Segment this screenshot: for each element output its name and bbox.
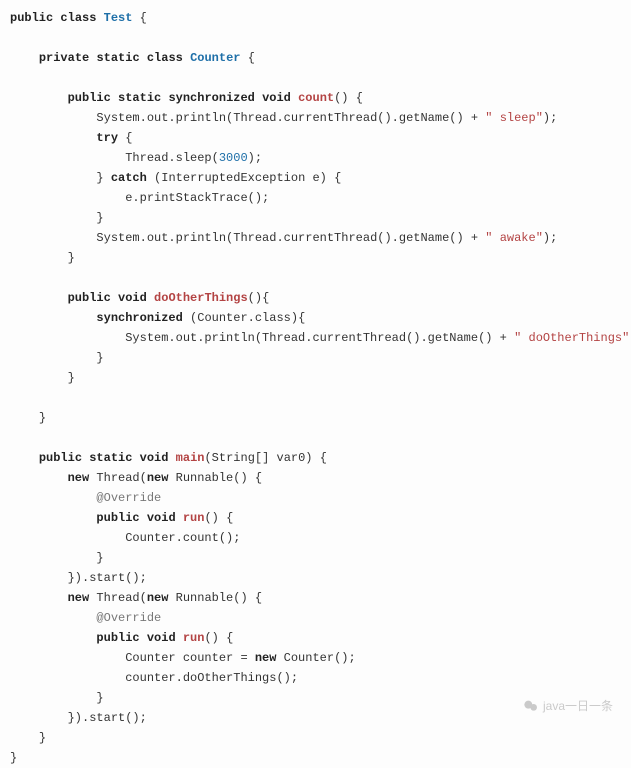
text: Thread( <box>89 471 147 485</box>
text: Runnable() { <box>168 591 262 605</box>
keyword: private <box>39 51 89 65</box>
keyword: void <box>140 451 169 465</box>
brace: } <box>96 211 103 225</box>
keyword: void <box>118 291 147 305</box>
text: Thread( <box>89 591 147 605</box>
text: ); <box>543 111 557 125</box>
brace: { <box>248 51 255 65</box>
brace: } <box>68 371 75 385</box>
text: (String[] var0) { <box>204 451 326 465</box>
keyword: static <box>118 91 161 105</box>
text: ); <box>248 151 262 165</box>
brace: } <box>96 551 103 565</box>
brace: } <box>96 171 103 185</box>
keyword: catch <box>111 171 147 185</box>
text: System.out.println(Thread.currentThread(… <box>96 231 485 245</box>
text: (){ <box>248 291 270 305</box>
keyword: public <box>96 511 139 525</box>
brace: { <box>140 11 147 25</box>
watermark: java一日一条 <box>523 696 613 716</box>
text: (Counter.class){ <box>183 311 305 325</box>
keyword: public <box>39 451 82 465</box>
string: " sleep" <box>485 111 543 125</box>
keyword: void <box>147 511 176 525</box>
text: Counter.count(); <box>125 531 240 545</box>
method-name: count <box>298 91 334 105</box>
brace: { <box>125 131 132 145</box>
brace: { <box>356 91 363 105</box>
text: }).start(); <box>68 571 147 585</box>
text: Counter(); <box>276 651 355 665</box>
keyword: new <box>68 591 90 605</box>
keyword: try <box>96 131 118 145</box>
text: Counter counter = <box>125 651 255 665</box>
method-name: run <box>183 511 205 525</box>
keyword: new <box>147 471 169 485</box>
text: counter.doOtherThings(); <box>125 671 298 685</box>
text: Runnable() { <box>168 471 262 485</box>
watermark-text: java一日一条 <box>543 696 613 716</box>
brace: } <box>10 751 17 765</box>
brace: } <box>68 251 75 265</box>
annotation: @Override <box>96 491 161 505</box>
keyword: public <box>68 291 111 305</box>
annotation: @Override <box>96 611 161 625</box>
brace: } <box>96 351 103 365</box>
text: Thread.sleep( <box>125 151 219 165</box>
string: " doOtherThings" <box>514 331 629 345</box>
keyword: void <box>147 631 176 645</box>
keyword: synchronized <box>96 311 182 325</box>
text: (InterruptedException e) { <box>147 171 341 185</box>
keyword: new <box>68 471 90 485</box>
keyword: new <box>255 651 277 665</box>
brace: } <box>39 411 46 425</box>
string: " awake" <box>485 231 543 245</box>
text: () { <box>204 631 233 645</box>
text: () <box>334 91 348 105</box>
text: e.printStackTrace(); <box>125 191 269 205</box>
text: }).start(); <box>68 711 147 725</box>
method-name: main <box>176 451 205 465</box>
code-block: public class Test { private static class… <box>10 8 621 768</box>
text: System.out.println(Thread.currentThread(… <box>125 331 514 345</box>
class-name: Counter <box>190 51 240 65</box>
method-name: run <box>183 631 205 645</box>
keyword: static <box>89 451 132 465</box>
text: System.out.println(Thread.currentThread(… <box>96 111 485 125</box>
brace: } <box>39 731 46 745</box>
keyword: public <box>10 11 53 25</box>
text: ); <box>543 231 557 245</box>
keyword: void <box>262 91 291 105</box>
keyword: class <box>60 11 96 25</box>
keyword: new <box>147 591 169 605</box>
text: () { <box>204 511 233 525</box>
wechat-icon <box>523 698 539 714</box>
keyword: public <box>96 631 139 645</box>
keyword: synchronized <box>168 91 254 105</box>
brace: } <box>96 691 103 705</box>
class-name: Test <box>104 11 133 25</box>
keyword: public <box>68 91 111 105</box>
method-name: doOtherThings <box>154 291 248 305</box>
number: 3000 <box>219 151 248 165</box>
keyword: class <box>147 51 183 65</box>
keyword: static <box>96 51 139 65</box>
